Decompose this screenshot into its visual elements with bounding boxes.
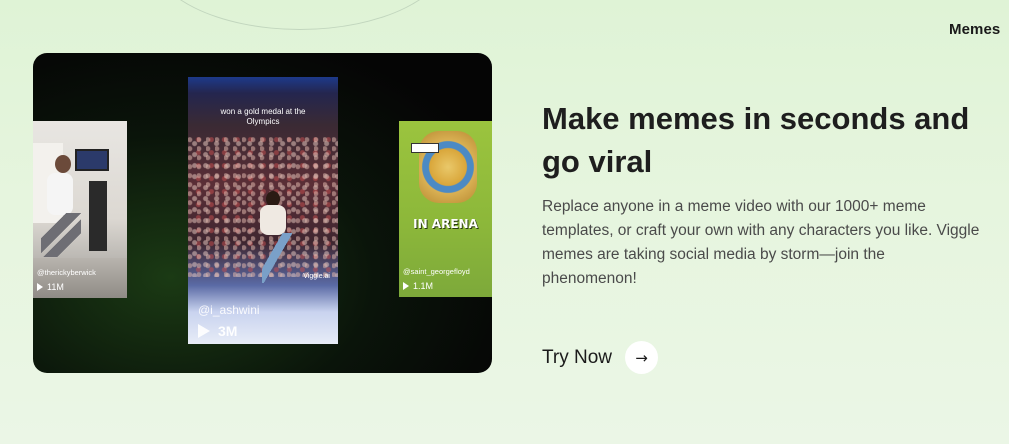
video-clip-center[interactable]: won a gold medal at the Olympics Viggle.… <box>188 77 338 344</box>
view-count: 11M <box>47 282 64 292</box>
section-description: Replace anyone in a meme video with our … <box>542 198 980 287</box>
clip-handle: @i_ashwini <box>198 303 260 317</box>
play-icon <box>37 283 43 291</box>
try-now-label: Try Now <box>542 346 613 368</box>
athlete-legs <box>262 233 292 283</box>
clip-views: 3M <box>198 323 237 339</box>
arrow-right-icon: → <box>625 341 659 374</box>
clip-handle: @therickyberwick <box>37 268 96 277</box>
dancer-head <box>55 155 71 173</box>
section-tab-memes[interactable]: Memes <box>949 21 1000 38</box>
view-count: 3M <box>218 323 238 339</box>
clip-handle: @saint_georgefloyd <box>403 267 470 276</box>
video-clip-left[interactable]: @therickyberwick 11M <box>33 121 127 298</box>
viggle-watermark: Viggle.ai <box>303 273 330 280</box>
room-floor <box>33 258 127 298</box>
play-icon <box>403 282 409 290</box>
room-tv <box>75 149 109 171</box>
section-heading: Make memes in seconds and go viral <box>542 101 970 179</box>
clip-banner: IN ARENA <box>413 217 478 231</box>
room-cabinet <box>89 181 107 251</box>
clip-views: 11M <box>37 282 64 292</box>
meme-video-showcase: @therickyberwick 11M won a gold medal at… <box>33 53 492 373</box>
play-icon <box>198 324 210 338</box>
clip-views: 1.1M <box>403 281 433 291</box>
try-now-button[interactable]: Try Now → <box>542 341 659 374</box>
video-clip-right[interactable]: IN ARENA @saint_georgefloyd 1.1M <box>399 121 492 297</box>
background-arc <box>150 0 450 30</box>
view-count: 1.1M <box>413 281 434 291</box>
game-sticker <box>411 143 439 153</box>
clip-caption: won a gold medal at the Olympics <box>220 107 306 126</box>
game-tower <box>419 131 477 203</box>
dancer-legs <box>41 213 81 257</box>
athlete-body <box>260 205 286 235</box>
dancer-body <box>47 173 73 215</box>
